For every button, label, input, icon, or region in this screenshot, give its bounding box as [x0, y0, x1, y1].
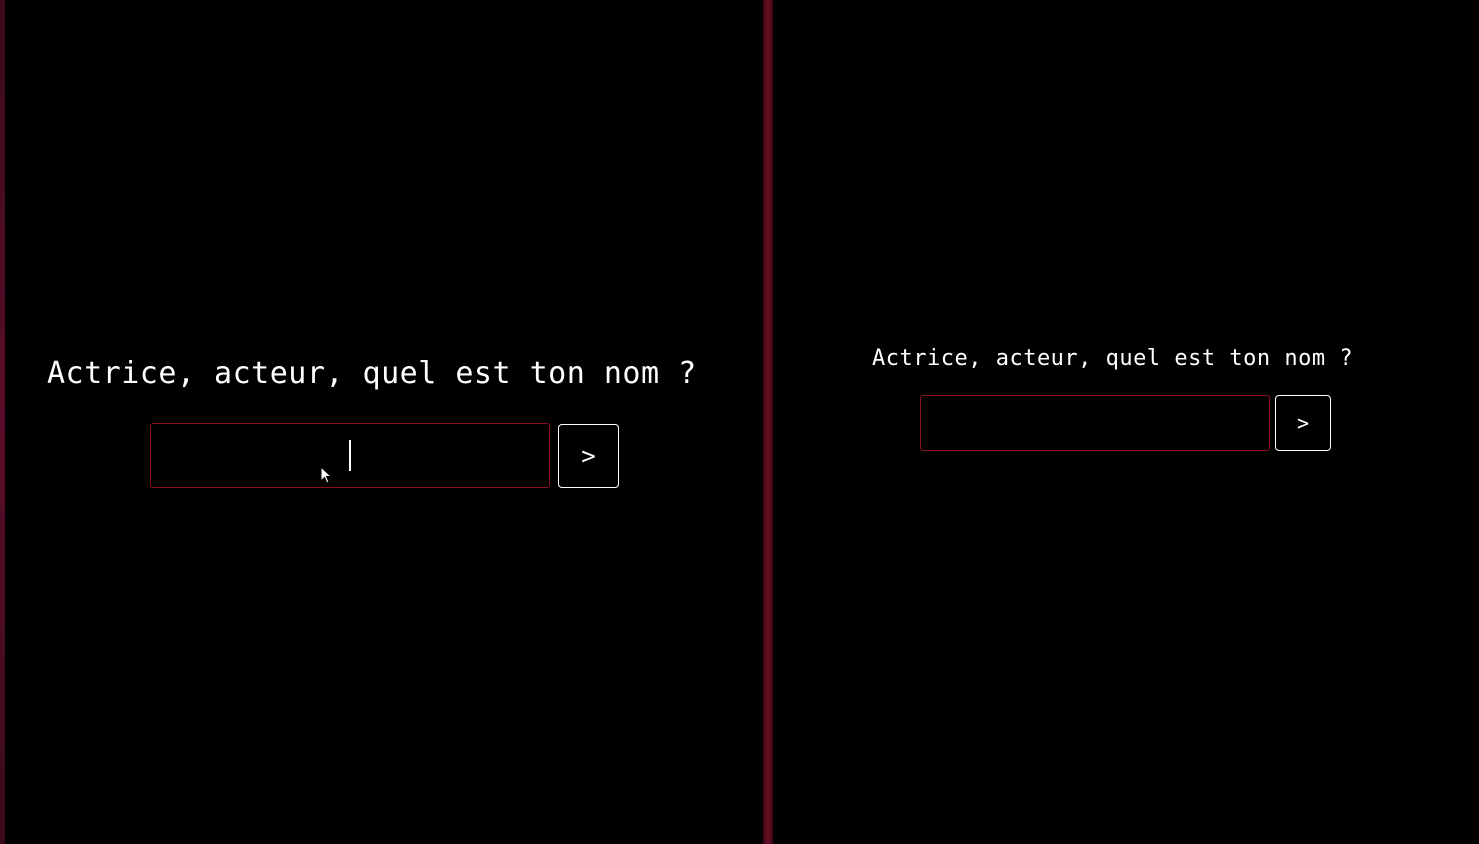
submit-button[interactable]: > [1275, 395, 1331, 451]
name-prompt: Actrice, acteur, quel est ton nom ? [872, 346, 1354, 371]
submit-button[interactable]: > [558, 424, 619, 488]
text-caret-icon [349, 440, 351, 471]
right-pane: Actrice, acteur, quel est ton nom ? > [773, 0, 1479, 844]
name-prompt: Actrice, acteur, quel est ton nom ? [47, 356, 697, 391]
split-screen: Actrice, acteur, quel est ton nom ? > Ac… [0, 0, 1479, 844]
pane-divider[interactable] [763, 0, 773, 844]
left-pane: Actrice, acteur, quel est ton nom ? > [5, 0, 763, 844]
mouse-pointer-icon [320, 466, 333, 484]
name-input[interactable] [920, 395, 1270, 451]
